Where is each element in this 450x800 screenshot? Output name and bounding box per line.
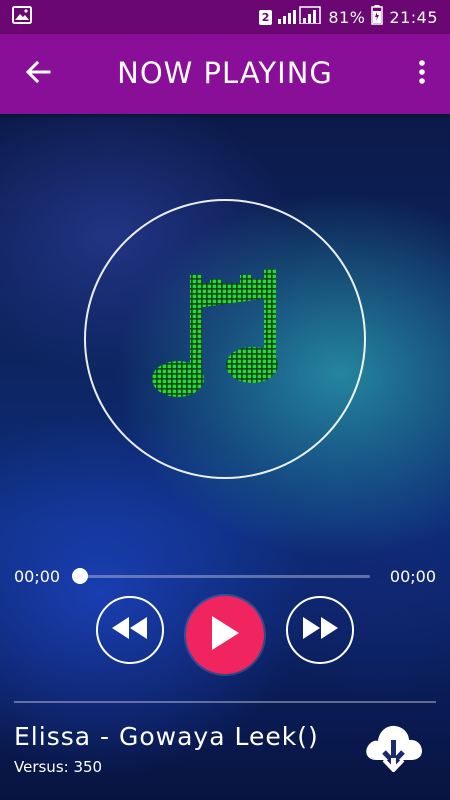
fast-forward-icon <box>300 615 340 645</box>
song-subtitle: Versus: 350 <box>14 758 103 776</box>
status-left <box>12 6 32 28</box>
battery-percentage: 81% <box>328 7 366 27</box>
sim-badge: 2 <box>259 9 273 25</box>
cloud-download-icon <box>362 725 424 776</box>
total-duration: 00;00 <box>389 567 436 586</box>
signal-icon <box>278 6 322 28</box>
song-title: Elissa - Gowaya Leek() <box>14 722 319 751</box>
album-art <box>84 199 366 479</box>
page-title: NOW PLAYING <box>117 56 333 90</box>
toolbar: NOW PLAYING <box>0 34 450 114</box>
play-icon <box>209 614 241 656</box>
seek-bar[interactable] <box>80 575 370 578</box>
play-button[interactable] <box>186 596 264 674</box>
divider <box>14 701 436 703</box>
music-note-icon <box>152 269 278 397</box>
status-right: 2 81% 21:45 <box>259 5 438 29</box>
battery-icon <box>371 5 384 29</box>
seek-thumb[interactable] <box>72 568 88 584</box>
rewind-button[interactable] <box>96 596 164 664</box>
status-time: 21:45 <box>389 7 438 27</box>
more-vert-icon <box>418 59 426 89</box>
rewind-icon <box>110 615 150 645</box>
image-icon <box>12 6 32 28</box>
fast-forward-button[interactable] <box>286 596 354 664</box>
status-bar: 2 81% 21:45 <box>0 0 450 34</box>
overflow-menu-button[interactable] <box>410 58 434 90</box>
download-button[interactable] <box>362 718 424 773</box>
elapsed-time: 00;00 <box>14 567 61 586</box>
